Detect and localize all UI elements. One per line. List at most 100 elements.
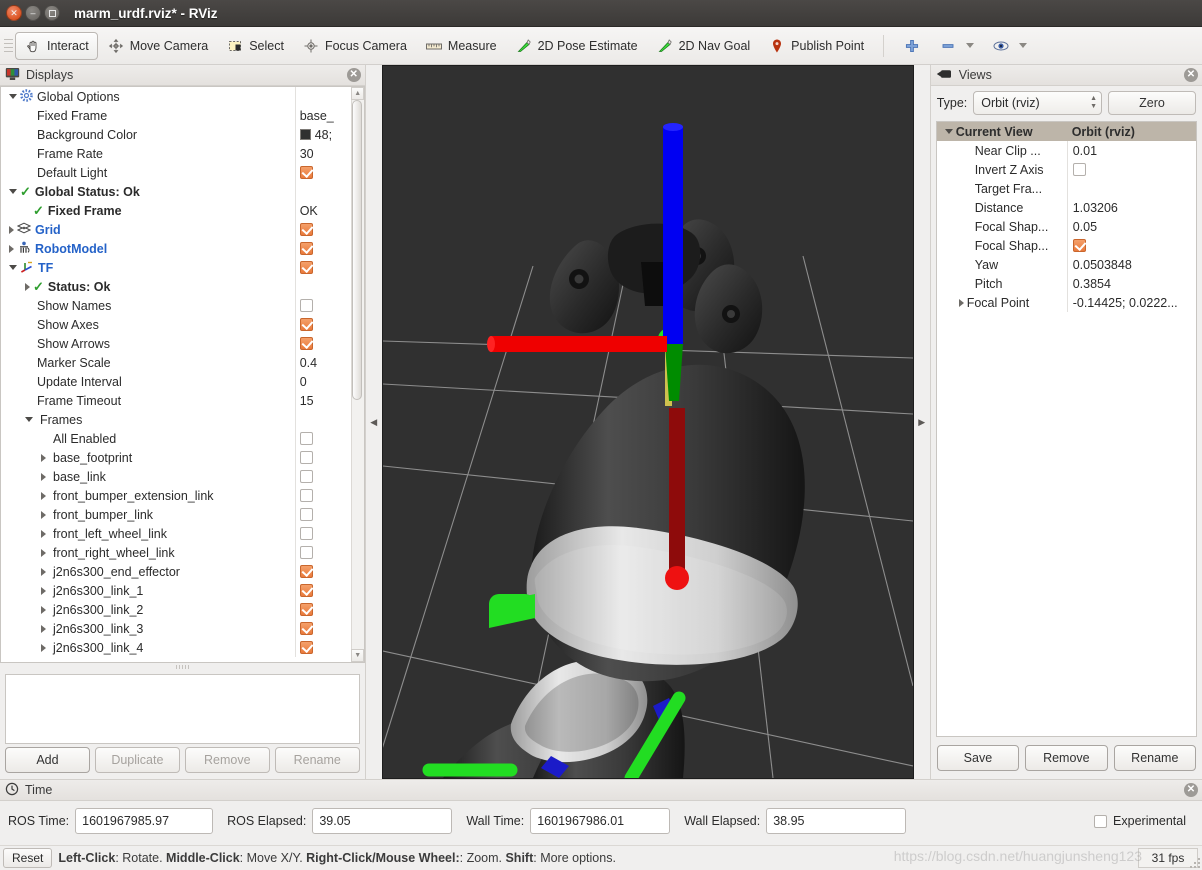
views-property-tree[interactable]: Current View Orbit (rviz) Near Clip ... 0.0… bbox=[935, 121, 1197, 737]
displays-tree-row[interactable]: Default Light bbox=[1, 163, 351, 182]
views-tree-row[interactable]: Yaw 0.0503848 bbox=[937, 255, 1196, 274]
displays-tree-row[interactable]: Frame Rate 30 bbox=[1, 144, 351, 163]
tool-2d-pose-estimate[interactable]: 2D Pose Estimate bbox=[506, 32, 647, 60]
displays-row-checkbox[interactable] bbox=[299, 337, 313, 350]
displays-row-checkbox[interactable] bbox=[299, 584, 313, 597]
displays-row-value-cell[interactable] bbox=[294, 87, 351, 106]
reset-button[interactable]: Reset bbox=[3, 848, 53, 868]
views-row-value-cell[interactable]: 0.3854 bbox=[1066, 274, 1196, 293]
displays-tree-row[interactable]: RobotModel bbox=[1, 239, 351, 258]
scroll-thumb[interactable] bbox=[352, 100, 363, 400]
displays-tree-row[interactable]: j2n6s300_link_2 bbox=[1, 600, 351, 619]
tool-publish-point[interactable]: Publish Point bbox=[759, 32, 873, 60]
zero-button[interactable]: Zero bbox=[1108, 91, 1196, 115]
displays-row-checkbox[interactable] bbox=[299, 508, 313, 521]
displays-row-checkbox[interactable] bbox=[299, 527, 313, 540]
tool-focus-camera[interactable]: Focus Camera bbox=[293, 32, 416, 60]
time-field-input[interactable]: 1601967986.01 bbox=[530, 808, 671, 834]
remove-tool-button[interactable] bbox=[930, 32, 983, 60]
right-collapse-handle[interactable]: ▶ bbox=[913, 65, 930, 779]
displays-row-value-cell[interactable] bbox=[294, 410, 351, 429]
time-field-input[interactable]: 1601967985.97 bbox=[75, 808, 214, 834]
chevron-right-icon[interactable] bbox=[41, 529, 46, 538]
displays-tree-row[interactable]: Show Names bbox=[1, 296, 351, 315]
displays-row-value-cell[interactable] bbox=[294, 277, 351, 296]
displays-row-checkbox[interactable] bbox=[299, 470, 313, 483]
scroll-track[interactable] bbox=[351, 100, 364, 649]
views-tree-row[interactable]: Invert Z Axis bbox=[937, 160, 1196, 179]
displays-row-checkbox[interactable] bbox=[299, 223, 313, 236]
displays-row-value-cell[interactable] bbox=[294, 448, 351, 467]
3d-viewport[interactable] bbox=[381, 65, 914, 779]
displays-tree-row[interactable]: Background Color 48; bbox=[1, 125, 351, 144]
views-row-value-cell[interactable]: -0.14425; 0.0222... bbox=[1066, 293, 1196, 312]
displays-row-value-cell[interactable]: 0 bbox=[294, 372, 351, 391]
window-maximize-icon[interactable] bbox=[44, 5, 60, 21]
displays-tree-row[interactable]: j2n6s300_link_4 bbox=[1, 638, 351, 657]
displays-tree-row[interactable]: front_bumper_extension_link bbox=[1, 486, 351, 505]
time-field-input[interactable]: 39.05 bbox=[312, 808, 453, 834]
displays-tree-row[interactable]: Global Options bbox=[1, 87, 351, 106]
views-tree-row[interactable]: Distance 1.03206 bbox=[937, 198, 1196, 217]
displays-row-checkbox[interactable] bbox=[299, 166, 313, 179]
displays-row-value-cell[interactable] bbox=[294, 296, 351, 315]
chevron-left-icon[interactable]: ◀ bbox=[370, 417, 377, 428]
chevron-right-icon[interactable] bbox=[958, 298, 964, 307]
panel-splitter[interactable] bbox=[0, 663, 365, 670]
displays-row-checkbox[interactable] bbox=[299, 603, 313, 616]
displays-tree-row[interactable]: TF bbox=[1, 258, 351, 277]
chevron-right-icon[interactable] bbox=[41, 453, 46, 462]
displays-row-value-cell[interactable]: 30 bbox=[294, 144, 351, 163]
views-tree-row[interactable]: Near Clip ... 0.01 bbox=[937, 141, 1196, 160]
scroll-up-arrow-icon[interactable]: ▲ bbox=[351, 87, 364, 100]
views-row-value-cell[interactable]: 0.01 bbox=[1066, 141, 1196, 160]
views-row-checkbox[interactable] bbox=[1072, 239, 1086, 252]
displays-tree-row[interactable]: front_right_wheel_link bbox=[1, 543, 351, 562]
rename-view-button[interactable]: Rename bbox=[1113, 745, 1197, 771]
displays-tree-row[interactable]: base_footprint bbox=[1, 448, 351, 467]
displays-tree-row[interactable]: Show Axes bbox=[1, 315, 351, 334]
views-row-checkbox[interactable] bbox=[1072, 163, 1086, 176]
displays-row-checkbox[interactable] bbox=[299, 432, 313, 445]
displays-row-value-cell[interactable]: OK bbox=[294, 201, 351, 220]
displays-row-value-cell[interactable] bbox=[294, 524, 351, 543]
experimental-checkbox[interactable] bbox=[1094, 814, 1108, 828]
displays-row-value-cell[interactable] bbox=[294, 638, 351, 657]
chevron-right-icon[interactable] bbox=[41, 567, 46, 576]
displays-row-value-cell[interactable] bbox=[294, 258, 351, 277]
tool-interact[interactable]: Interact bbox=[15, 31, 98, 60]
window-close-icon[interactable]: ✕ bbox=[6, 5, 22, 21]
views-tree-row[interactable]: Focal Shap... 0.05 bbox=[937, 217, 1196, 236]
views-tree-row[interactable]: Focal Point -0.14425; 0.0222... bbox=[937, 293, 1196, 312]
chevron-down-icon[interactable] bbox=[9, 189, 17, 194]
views-row-value-cell[interactable]: 0.05 bbox=[1066, 217, 1196, 236]
views-row-value-cell[interactable]: 1.03206 bbox=[1066, 198, 1196, 217]
chevron-right-icon[interactable] bbox=[41, 548, 46, 557]
chevron-right-icon[interactable]: ▶ bbox=[918, 417, 925, 428]
views-tree-row[interactable]: Pitch 0.3854 bbox=[937, 274, 1196, 293]
displays-tree-row[interactable]: Marker Scale 0.4 bbox=[1, 353, 351, 372]
views-row-value-cell[interactable] bbox=[1066, 236, 1196, 255]
displays-tree-row[interactable]: base_link bbox=[1, 467, 351, 486]
chevron-right-icon[interactable] bbox=[41, 605, 46, 614]
displays-row-value-cell[interactable] bbox=[294, 182, 351, 201]
tool-2d-nav-goal[interactable]: 2D Nav Goal bbox=[647, 32, 760, 60]
views-tree-row[interactable]: Focal Shap... bbox=[937, 236, 1196, 255]
views-row-value-cell[interactable] bbox=[1066, 160, 1196, 179]
chevron-down-icon[interactable] bbox=[9, 94, 17, 99]
displays-tree-row[interactable]: Grid bbox=[1, 220, 351, 239]
spinner-arrows-icon[interactable]: ▲ ▼ bbox=[1090, 95, 1097, 110]
displays-row-value-cell[interactable] bbox=[294, 619, 351, 638]
remove-view-button[interactable]: Remove bbox=[1025, 745, 1108, 771]
chevron-right-icon[interactable] bbox=[25, 282, 30, 291]
displays-tree-row[interactable]: j2n6s300_link_1 bbox=[1, 581, 351, 600]
displays-row-checkbox[interactable] bbox=[299, 451, 313, 464]
views-tree-row[interactable]: Target Fra... bbox=[937, 179, 1196, 198]
views-row-value-cell[interactable] bbox=[1066, 179, 1196, 198]
displays-row-value-cell[interactable] bbox=[294, 486, 351, 505]
displays-row-value-cell[interactable] bbox=[294, 562, 351, 581]
chevron-down-icon[interactable] bbox=[966, 43, 975, 48]
chevron-down-icon[interactable] bbox=[944, 129, 953, 134]
chevron-right-icon[interactable] bbox=[41, 510, 46, 519]
add-tool-button[interactable] bbox=[894, 32, 930, 60]
